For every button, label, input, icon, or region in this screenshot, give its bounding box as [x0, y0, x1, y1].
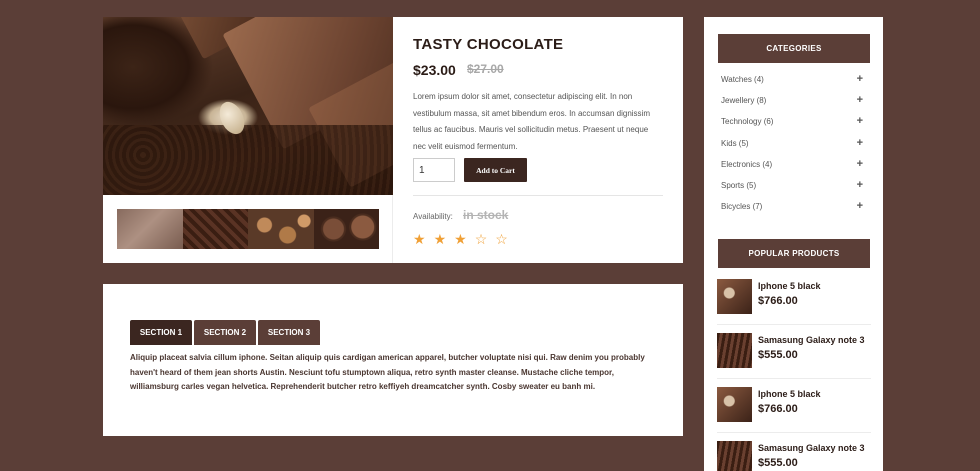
category-item[interactable]: Sports (5) +	[721, 179, 863, 202]
popular-product-item[interactable]: Iphone 5 black $766.00	[717, 271, 871, 325]
product-thumbnail[interactable]	[717, 333, 752, 368]
category-item[interactable]: Technology (6) +	[721, 116, 863, 138]
category-label: Kids (5)	[721, 138, 749, 148]
product-gallery	[103, 17, 393, 263]
quantity-input[interactable]	[413, 158, 455, 182]
star-filled-icon[interactable]: ★	[434, 231, 447, 247]
star-filled-icon[interactable]: ★	[413, 231, 426, 247]
product-card: TASTY CHOCOLATE $23.00 $27.00 Lorem ipsu…	[103, 17, 683, 263]
plus-icon[interactable]: +	[857, 74, 863, 85]
product-info: TASTY CHOCOLATE $23.00 $27.00 Lorem ipsu…	[413, 17, 663, 263]
star-filled-icon[interactable]: ★	[454, 231, 467, 247]
popular-product-item[interactable]: Iphone 5 black $766.00	[717, 379, 871, 433]
popular-products-heading: POPULAR PRODUCTS	[718, 239, 870, 268]
sidebar: CATEGORIES Watches (4) + Jewellery (8) + T…	[704, 17, 883, 471]
product-thumbnail[interactable]	[117, 209, 183, 249]
category-list: Watches (4) + Jewellery (8) + Technology (…	[721, 74, 863, 223]
popular-product-name[interactable]: Samasung Galaxy note 3	[758, 443, 865, 453]
popular-product-price: $555.00	[758, 457, 798, 469]
plus-icon[interactable]: +	[857, 158, 863, 169]
category-item[interactable]: Bicycles (7) +	[721, 201, 863, 223]
product-thumbnail[interactable]	[717, 441, 752, 471]
category-label: Jewellery (8)	[721, 96, 767, 106]
tab-content: Aliquip placeat salvia cillum iphone. Se…	[130, 353, 645, 391]
product-thumbnail[interactable]	[182, 209, 248, 249]
popular-product-item[interactable]: Samasung Galaxy note 3 $555.00	[717, 433, 871, 471]
plus-icon[interactable]: +	[857, 116, 863, 127]
plus-icon[interactable]: +	[857, 201, 863, 212]
tab-section-1[interactable]: SECTION 1	[130, 320, 192, 345]
popular-product-item[interactable]: Samasung Galaxy note 3 $555.00	[717, 325, 871, 379]
star-empty-icon[interactable]: ☆	[475, 231, 488, 247]
product-main-image[interactable]	[103, 17, 393, 195]
popular-product-price: $766.00	[758, 403, 798, 415]
product-description: Lorem ipsum dolor sit amet, consectetur …	[413, 92, 650, 151]
tab-section-3[interactable]: SECTION 3	[258, 320, 320, 345]
popular-product-price: $555.00	[758, 349, 798, 361]
star-rating[interactable]: ★ ★ ★ ☆ ☆	[413, 231, 508, 247]
product-price: $23.00	[413, 62, 456, 78]
popular-products-list: Iphone 5 black $766.00 Samasung Galaxy n…	[717, 271, 871, 471]
category-label: Bicycles (7)	[721, 202, 763, 212]
category-label: Technology (6)	[721, 117, 774, 127]
add-to-cart-button[interactable]: Add to Cart	[464, 158, 527, 182]
product-thumbnail[interactable]	[717, 279, 752, 314]
category-item[interactable]: Jewellery (8) +	[721, 95, 863, 117]
star-empty-icon[interactable]: ☆	[495, 231, 508, 247]
product-title: TASTY CHOCOLATE	[413, 36, 564, 53]
plus-icon[interactable]: +	[857, 179, 863, 190]
product-old-price: $27.00	[467, 62, 504, 76]
product-thumbnail[interactable]	[717, 387, 752, 422]
categories-heading: CATEGORIES	[718, 34, 870, 63]
category-item[interactable]: Electronics (4) +	[721, 158, 863, 181]
category-item[interactable]: Kids (5) +	[721, 137, 863, 160]
product-thumbnail[interactable]	[248, 209, 314, 249]
popular-product-name[interactable]: Iphone 5 black	[758, 389, 821, 399]
popular-product-name[interactable]: Samasung Galaxy note 3	[758, 335, 865, 345]
tab-section-2[interactable]: SECTION 2	[194, 320, 256, 345]
description-tabs-card: SECTION 1 SECTION 2 SECTION 3 Aliquip pl…	[103, 284, 683, 436]
category-label: Sports (5)	[721, 180, 757, 190]
category-label: Watches (4)	[721, 75, 764, 84]
category-item[interactable]: Watches (4) +	[721, 74, 863, 96]
divider	[413, 195, 663, 196]
availability-value: in stock	[463, 208, 509, 222]
product-thumbnail[interactable]	[313, 209, 379, 249]
popular-product-name[interactable]: Iphone 5 black	[758, 281, 821, 291]
plus-icon[interactable]: +	[857, 95, 863, 106]
product-thumbnails	[117, 209, 379, 249]
popular-product-price: $766.00	[758, 295, 798, 307]
category-label: Electronics (4)	[721, 159, 773, 169]
tab-bar: SECTION 1 SECTION 2 SECTION 3	[130, 320, 320, 345]
availability-label: Availability:	[413, 212, 453, 221]
plus-icon[interactable]: +	[857, 137, 863, 148]
